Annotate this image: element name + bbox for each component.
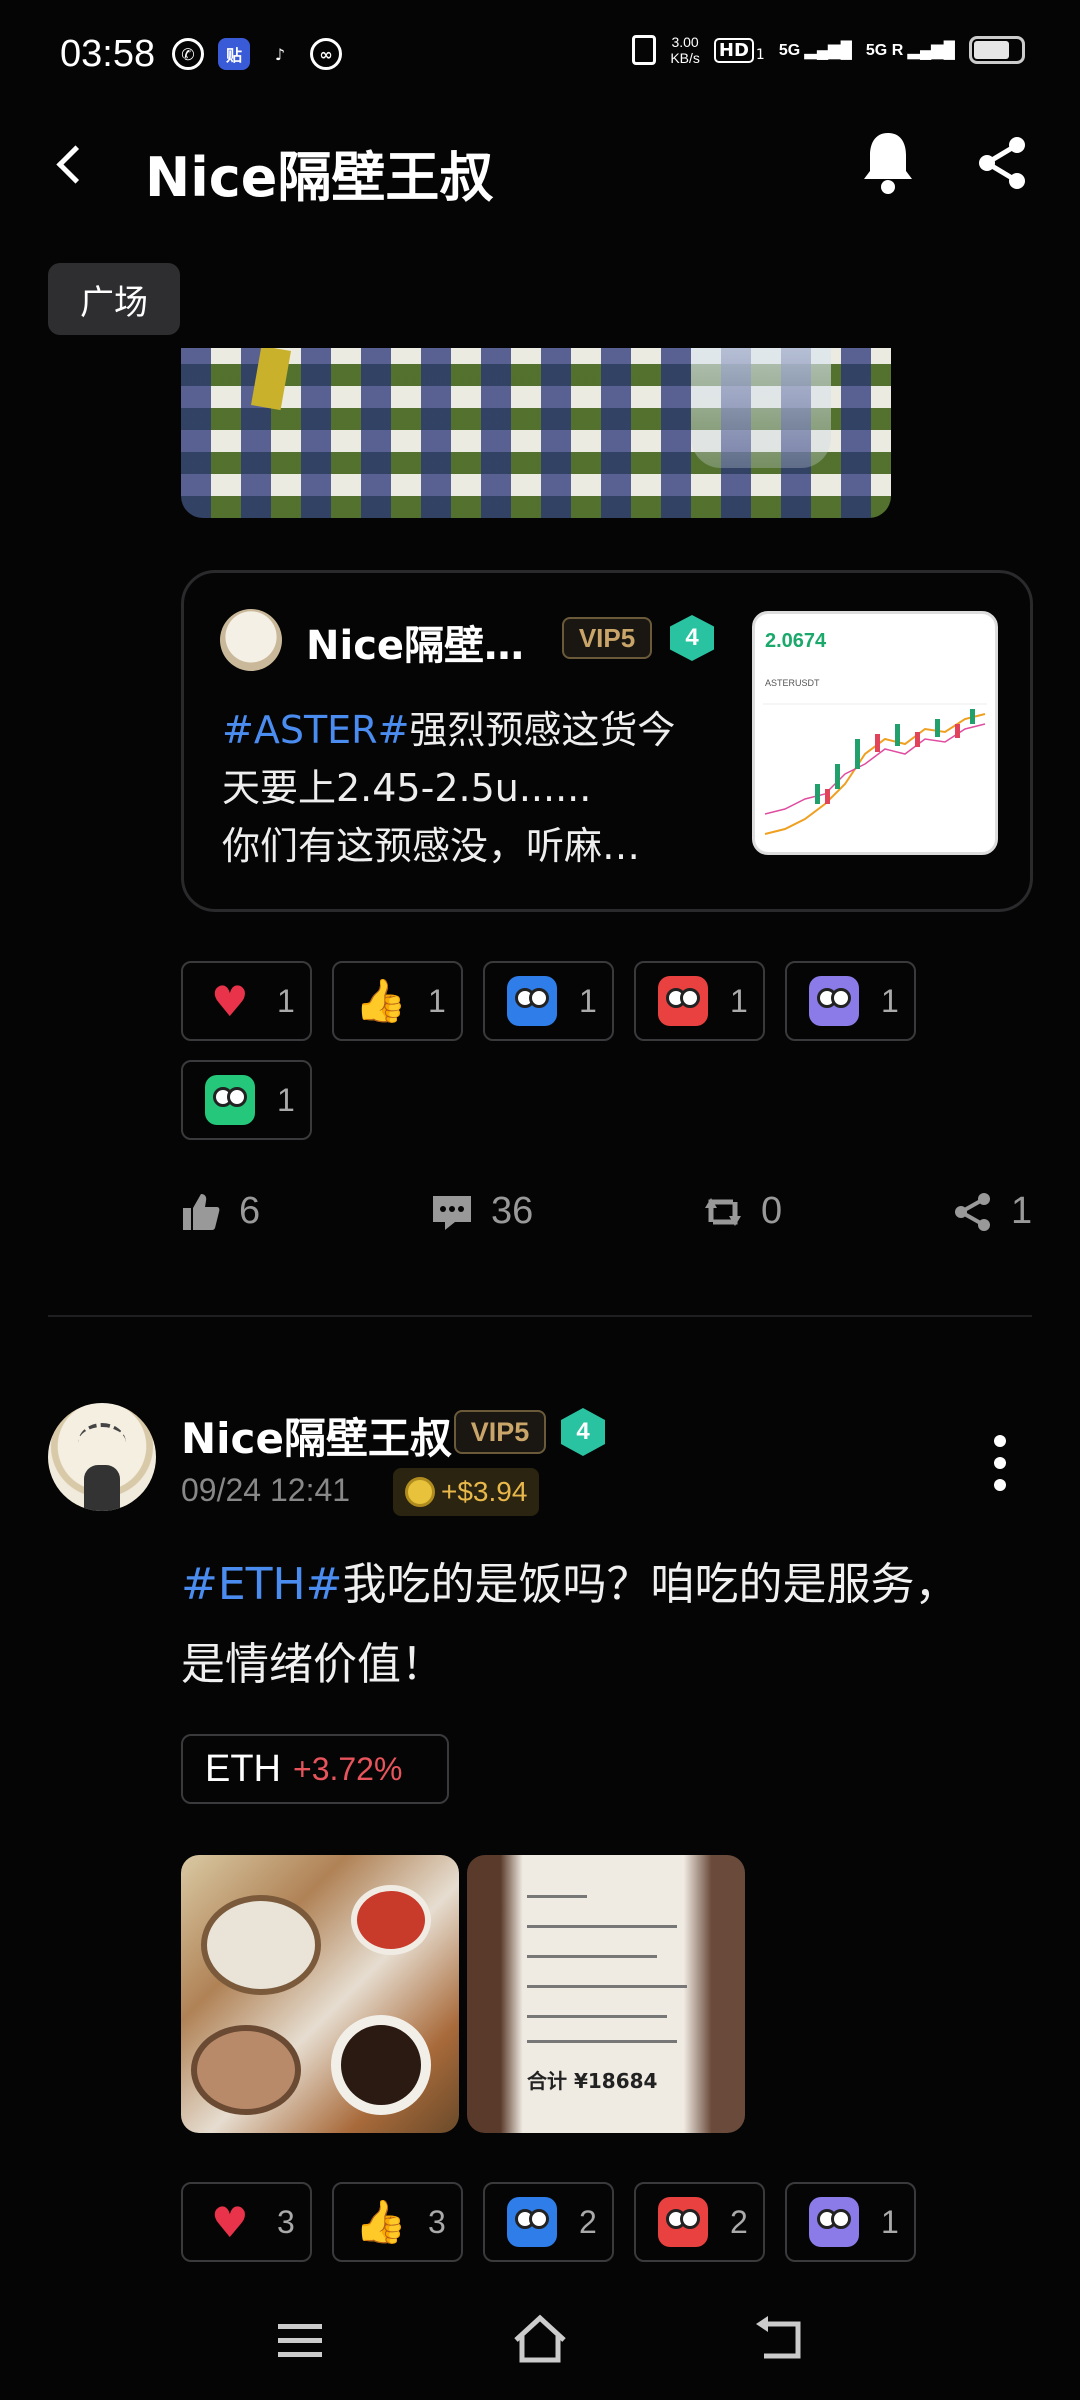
quoted-chart-thumbnail[interactable]: 2.0674 ASTERUSDT	[752, 611, 998, 855]
heart-icon: ♥	[211, 2197, 249, 2247]
network-speed: 3.00 KB/s	[670, 34, 700, 66]
reaction-count: 3	[428, 2203, 446, 2240]
reaction-chip[interactable]: 1	[483, 961, 614, 1041]
reaction-count: 3	[277, 2203, 295, 2240]
post-timestamp: 09/24 12:41	[181, 1472, 351, 1508]
hd-icon: HD 1	[713, 37, 765, 63]
share-icon	[955, 1192, 990, 1231]
reaction-count: 1	[881, 2203, 899, 2240]
author-name[interactable]: Nice隔壁王叔	[181, 1405, 452, 1466]
share-icon[interactable]	[975, 135, 1031, 191]
back-icon[interactable]	[750, 2310, 810, 2370]
reaction-count: 2	[579, 2203, 597, 2240]
vip-badge: VIP5	[562, 617, 652, 659]
quoted-author-name[interactable]: Nice隔壁…	[306, 613, 524, 671]
status-time: 03:58	[60, 33, 156, 75]
thumbs-up-icon: 👍	[354, 2197, 408, 2246]
repost-button[interactable]: 0	[703, 1190, 782, 1233]
battery-icon	[969, 36, 1025, 64]
comment-button[interactable]: 36	[431, 1190, 533, 1233]
coin-icon	[405, 1477, 435, 1507]
level-badge: 4	[670, 615, 714, 661]
heart-icon: ♥	[211, 976, 249, 1026]
previous-post-photo[interactable]	[181, 348, 891, 518]
reaction-chip[interactable]: 👍 3	[332, 2182, 463, 2262]
system-indicators: 3.00 KB/s HD 1 5G ▂▄▆█ 5G R ▂▄▆█	[632, 34, 1025, 66]
bell-icon[interactable]	[860, 127, 916, 197]
reaction-chip[interactable]: ♥ 1	[181, 961, 312, 1041]
repost-icon	[705, 1197, 741, 1226]
top-app-bar: Nice隔壁王叔	[0, 115, 1080, 215]
hashtag-link[interactable]: #ETH#	[181, 1559, 343, 1610]
reaction-bar: ♥ 3 👍 3 2 2 1	[181, 2182, 1061, 2262]
receipt-total: 合计 ¥18684	[527, 2069, 658, 2093]
post-divider	[48, 1315, 1032, 1317]
tiktok-icon: ♪	[274, 44, 286, 64]
share-button[interactable]: 1	[953, 1190, 1032, 1233]
reaction-chip[interactable]: 2	[634, 2182, 765, 2262]
hodl-face-icon	[507, 976, 557, 1026]
quoted-post-card[interactable]: Nice隔壁… VIP5 4 #ASTER#强烈预感这货今 天要上2.45-2.…	[181, 570, 1033, 912]
thinking-face-icon	[205, 1075, 255, 1125]
reaction-chip[interactable]: 1	[785, 2182, 916, 2262]
home-icon[interactable]	[510, 2310, 570, 2370]
reaction-chip[interactable]: 👍 1	[332, 961, 463, 1041]
back-arrow-icon[interactable]	[52, 143, 92, 187]
vibrate-icon	[632, 35, 657, 65]
notification-icons: ✆ 贴 ♪ ∞	[172, 38, 342, 70]
reaction-chip[interactable]: 1	[181, 1060, 312, 1140]
reaction-count: 1	[579, 982, 597, 1019]
link-icon: ∞	[310, 38, 342, 70]
reaction-count: 1	[881, 982, 899, 1019]
reaction-chip[interactable]: 2	[483, 2182, 614, 2262]
post-image-receipt[interactable]: 合计 ¥18684	[467, 1855, 745, 2133]
reaction-count: 1	[730, 982, 748, 1019]
candlestick-thumbnail	[763, 703, 987, 835]
tip-badge: +$3.94	[393, 1468, 540, 1516]
angry-face-icon	[658, 976, 708, 1026]
comment-icon	[433, 1195, 471, 1230]
avatar[interactable]	[48, 1403, 156, 1511]
hodl-face-icon	[507, 2197, 557, 2247]
vip-badge: VIP5	[454, 1410, 546, 1454]
post-action-bar: 6 36 0 1	[181, 1190, 1032, 1250]
grimace-face-icon	[809, 976, 859, 1026]
reaction-count: 1	[428, 982, 446, 1019]
reaction-chip[interactable]: ♥ 3	[181, 2182, 312, 2262]
post-text: #ETH#我吃的是饭吗？咱吃的是服务， 是情绪价值！	[181, 1559, 959, 1690]
grimace-face-icon	[809, 2197, 859, 2247]
avatar[interactable]	[220, 609, 282, 671]
like-icon	[183, 1193, 220, 1230]
coin-ticker-chip[interactable]: ETH +3.72%	[181, 1734, 449, 1804]
price-change: +3.72%	[293, 1750, 403, 1787]
reaction-count: 2	[730, 2203, 748, 2240]
app-notification-icon: 贴	[218, 38, 250, 70]
status-bar: 03:58 ✆ 贴 ♪ ∞ 3.00 KB/s HD 1 5G ▂▄▆█ 5G R …	[0, 0, 1080, 115]
reaction-chip[interactable]: 1	[785, 961, 916, 1041]
angry-face-icon	[658, 2197, 708, 2247]
hashtag-link[interactable]: #ASTER#	[222, 708, 409, 752]
reaction-chip[interactable]: 1	[634, 961, 765, 1041]
level-badge: 4	[561, 1408, 605, 1456]
photo-object	[251, 348, 291, 411]
system-nav-bar	[0, 2280, 1080, 2400]
reaction-count: 1	[277, 982, 295, 1019]
menu-icon[interactable]	[270, 2310, 330, 2370]
page-title: Nice隔壁王叔	[145, 146, 494, 209]
whatsapp-icon: ✆	[172, 38, 204, 70]
thumbs-up-icon: 👍	[354, 976, 408, 1025]
more-options-icon[interactable]	[990, 1435, 1010, 1491]
square-tab-chip[interactable]: 广场	[48, 263, 180, 335]
post-image-food[interactable]	[181, 1855, 459, 2133]
reaction-count: 1	[277, 1081, 295, 1118]
photo-glass	[691, 348, 831, 468]
reaction-bar: ♥ 1 👍 1 1 1 1 1	[181, 961, 1061, 1140]
quoted-post-text: #ASTER#强烈预感这货今 天要上2.45-2.5u...... 你们有这预感…	[222, 708, 676, 868]
signal-icon-sim2: 5G R ▂▄▆█	[865, 42, 955, 59]
signal-icon-sim1: 5G ▂▄▆█	[778, 42, 852, 59]
like-button[interactable]: 6	[181, 1190, 260, 1233]
